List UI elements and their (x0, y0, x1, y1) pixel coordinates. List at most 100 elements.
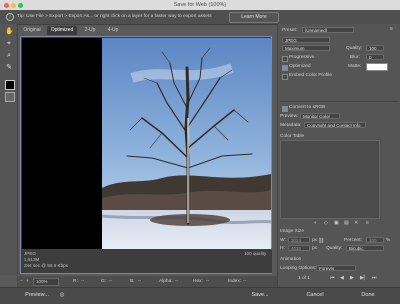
zoom-level-select[interactable]: 100% (33, 278, 59, 286)
tip-bar: i Tip: Use File > Export > Export As... … (0, 10, 400, 25)
b-label: B: (130, 278, 135, 284)
hex-label: Hex: (193, 278, 203, 284)
preview-button[interactable]: Preview... (22, 291, 52, 300)
convert-srgb-label: Convert to sRGB (289, 105, 326, 110)
previous-frame-icon[interactable]: ◀ (340, 275, 344, 281)
tip-text: Tip: Use File > Export > Export As... or… (17, 14, 212, 19)
percent-input[interactable]: 100 (366, 237, 384, 243)
file-format-select[interactable]: JPEG (282, 37, 330, 43)
optimized-checkbox[interactable] (282, 65, 288, 71)
alpha-label: Alpha: (159, 278, 173, 284)
panel-menu-icon[interactable]: ≡ (390, 26, 393, 32)
index-label: Index: (228, 278, 242, 284)
eyedropper-color-swatch[interactable] (5, 80, 15, 90)
learn-more-button[interactable]: Learn More (229, 12, 279, 23)
preset-select[interactable]: [Unnamed] (302, 27, 354, 33)
tab-optimized[interactable]: Optimized (47, 26, 77, 35)
web-shift-icon[interactable]: ◇ (324, 220, 328, 226)
preview-color-select[interactable]: Monitor Color (300, 113, 340, 119)
progressive-checkbox[interactable] (282, 56, 288, 62)
animation-label: Animation (280, 257, 302, 262)
tab-2-up[interactable]: 2-Up (80, 26, 100, 35)
hand-tool-icon[interactable]: ✋ (5, 28, 14, 36)
bottom-bar: Preview... ◎ Save... Cancel Done (0, 287, 400, 304)
height-input[interactable]: 4032 (288, 245, 310, 251)
done-button[interactable]: Done (355, 291, 381, 300)
file-size-readout: 1.513M (24, 257, 40, 262)
matte-color-swatch[interactable] (366, 63, 388, 71)
height-label: H: (280, 246, 285, 251)
color-table-label: Color Table (280, 134, 305, 139)
preview-blank-region (22, 38, 102, 249)
color-table-menu-icon[interactable]: ≡ (366, 220, 369, 226)
quality-label: Quality: (346, 46, 363, 51)
image-preview-pane[interactable]: JPEG 1.513M 244 sec @ 56.6 Kbps 100 qual… (20, 36, 272, 274)
browser-preview-icon[interactable]: ◎ (56, 291, 68, 300)
quality-input[interactable]: 100 (366, 45, 384, 51)
next-frame-icon[interactable]: ▶▏ (360, 275, 368, 281)
width-label: W: (280, 238, 286, 243)
compression-quality-select[interactable]: Maximum (282, 45, 330, 51)
g-label: G: (101, 278, 107, 284)
cancel-button[interactable]: Cancel (300, 291, 330, 300)
metadata-select[interactable]: Copyright and Contact Info (304, 122, 366, 128)
map-color-icon[interactable]: ◐ (314, 220, 317, 226)
image-size-label: Image Size (280, 229, 304, 234)
index-value: -- (243, 278, 247, 284)
metadata-label: Metadata: (280, 123, 302, 128)
eyedropper-tool-icon[interactable]: ✎ (5, 64, 13, 72)
play-icon[interactable]: ▶ (350, 275, 354, 281)
width-input[interactable]: 3024 (288, 237, 310, 243)
embed-profile-checkbox[interactable] (282, 74, 288, 80)
zoom-in-button[interactable]: + (26, 279, 29, 284)
percent-label: Percent: (344, 238, 362, 243)
zoom-tool-icon[interactable]: ⌕ (5, 52, 13, 60)
optimized-label: Optimized (289, 64, 311, 69)
blur-input[interactable]: 0 (366, 54, 384, 60)
link-proportions-icon[interactable]: ⛓ (318, 238, 324, 244)
convert-srgb-checkbox[interactable] (282, 106, 288, 112)
hex-value: -- (206, 278, 210, 284)
save-button[interactable]: Save... (248, 291, 272, 300)
last-frame-icon[interactable]: ⏭ (372, 275, 377, 281)
window-title: Save for Web (100%) (173, 1, 227, 8)
looping-options-select[interactable]: Forever (316, 265, 356, 271)
resample-quality-label: Quality: (326, 246, 343, 251)
percent-unit: % (386, 238, 391, 243)
toolbox: ✋ ⌖ ⌕ ✎ (0, 24, 18, 275)
r-label: R: (73, 278, 78, 284)
alpha-value: -- (175, 278, 179, 284)
first-frame-icon[interactable]: ⏮ (330, 275, 335, 281)
tab-original[interactable]: Original (20, 26, 44, 35)
status-bar: − + 100% R: -- G: -- B: -- Alpha: -- Hex… (17, 276, 277, 287)
quality-readout: 100 quality (244, 251, 267, 256)
tab-4-up[interactable]: 4-Up (103, 26, 123, 35)
delete-color-icon[interactable]: ✕ (354, 220, 358, 226)
g-value: -- (109, 278, 113, 284)
height-unit: px (312, 246, 318, 251)
toggle-slices-visibility-icon[interactable] (5, 92, 15, 102)
lock-color-icon[interactable]: ▣ (334, 220, 339, 226)
preview-info-bar: JPEG 1.513M 244 sec @ 56.6 Kbps 100 qual… (22, 249, 272, 273)
zoom-out-button[interactable]: − (20, 279, 23, 284)
resample-quality-select[interactable]: Bicubic (346, 245, 384, 251)
new-color-icon[interactable]: ▤ (344, 220, 349, 226)
looping-options-label: Looping Options: (280, 266, 317, 271)
progressive-label: Progressive (289, 55, 315, 60)
format-readout: JPEG (24, 251, 36, 256)
divider (280, 101, 398, 102)
birch-tree-photo (102, 38, 271, 249)
slice-select-tool-icon[interactable]: ⌖ (5, 40, 13, 48)
preset-label: Preset: (282, 28, 298, 33)
b-value: -- (138, 278, 142, 284)
info-icon: i (6, 13, 14, 21)
blur-label: Blur: (350, 55, 360, 60)
preview-photo[interactable] (102, 38, 271, 249)
download-time-readout[interactable]: 244 sec @ 56.6 Kbps (24, 263, 68, 268)
color-table[interactable] (280, 140, 380, 219)
embed-profile-label: Embed Color Profile (289, 73, 332, 78)
r-value: -- (81, 278, 85, 284)
preview-label: Preview: (280, 114, 299, 119)
width-unit: px (312, 238, 318, 243)
optimization-settings-panel: Preset: [Unnamed] ≡ JPEG Maximum Quality… (277, 24, 400, 287)
